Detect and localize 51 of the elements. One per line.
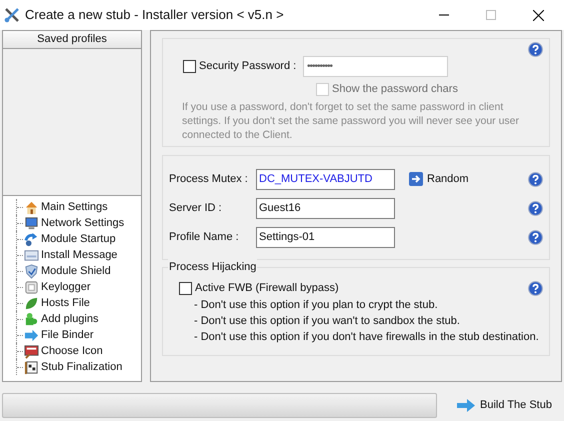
monitor-icon [24,216,39,230]
checkbox[interactable] [183,60,196,73]
tree-item[interactable]: Keylogger [40,280,92,294]
tree-item[interactable]: Hosts File [40,296,91,310]
help-icon[interactable] [528,172,543,186]
field-label: Profile Name : [169,230,240,245]
help-icon[interactable] [528,42,543,57]
curved-arrow-icon [24,232,39,246]
shield-icon [24,264,39,278]
tools-icon [3,6,21,24]
help-icon[interactable] [528,230,543,244]
tree-item[interactable]: File Binder [40,328,95,342]
field-label: Security Password : [199,59,298,74]
warning-note: - Don't use this option if you don't have firewalls in the stub destination. [194,330,540,344]
password-field[interactable]: •••••••••• [303,56,448,77]
window-title: Create a new stub - Installer version < v5.n > [25,6,284,24]
random-button[interactable]: Random [409,170,469,188]
flag-icon [24,360,39,374]
field-label: Server ID : [169,200,223,216]
arrow-icon [24,328,39,342]
close-icon[interactable] [533,10,544,20]
tree-item[interactable]: Choose Icon [40,344,104,358]
tree-item[interactable]: Stub Finalization [40,360,124,374]
puzzle-icon [24,312,39,326]
window-icon [24,248,39,262]
tree-item[interactable]: Main Settings [40,200,109,214]
checkbox-label: Active FWB (Firewall bypass) [195,281,339,296]
house-icon [24,200,39,214]
tree-item[interactable]: Network Settings [40,216,126,230]
tree-item[interactable]: Add plugins [40,312,100,326]
warning-note: - Don't use this option if you plan to crypt the stub. [194,298,439,312]
text-field[interactable]: Guest16 [256,198,395,218]
tree-item[interactable]: Module Startup [40,232,117,246]
arrow-icon [457,399,475,412]
leaf-icon [24,296,39,310]
checkbox[interactable] [179,282,192,295]
tree-item[interactable]: Install Message [40,248,118,262]
saved-profiles-header[interactable]: Saved profiles [2,30,142,49]
password-note: If you use a password, don't forget to set the same password in client settings. If you don't set the same password you will never see your user connected to the Client. [182,100,520,142]
text-field[interactable]: Settings-01 [256,226,395,248]
help-icon[interactable] [528,200,543,216]
group-title: Process Hijacking [168,259,258,276]
screen-icon [24,344,39,358]
field-label: Process Mutex : [169,172,249,187]
help-icon[interactable] [528,280,543,296]
warning-note: - Don't use this option if you wan't to sandbox the stub. [194,314,461,328]
text-field[interactable]: DC_MUTEX-VABJUTD [256,168,395,190]
arrow-icon [409,172,423,186]
tree-item[interactable]: Module Shield [40,264,112,278]
checkbox-label: Show the password chars [332,82,458,97]
build-button[interactable]: Build The Stub [457,397,552,414]
